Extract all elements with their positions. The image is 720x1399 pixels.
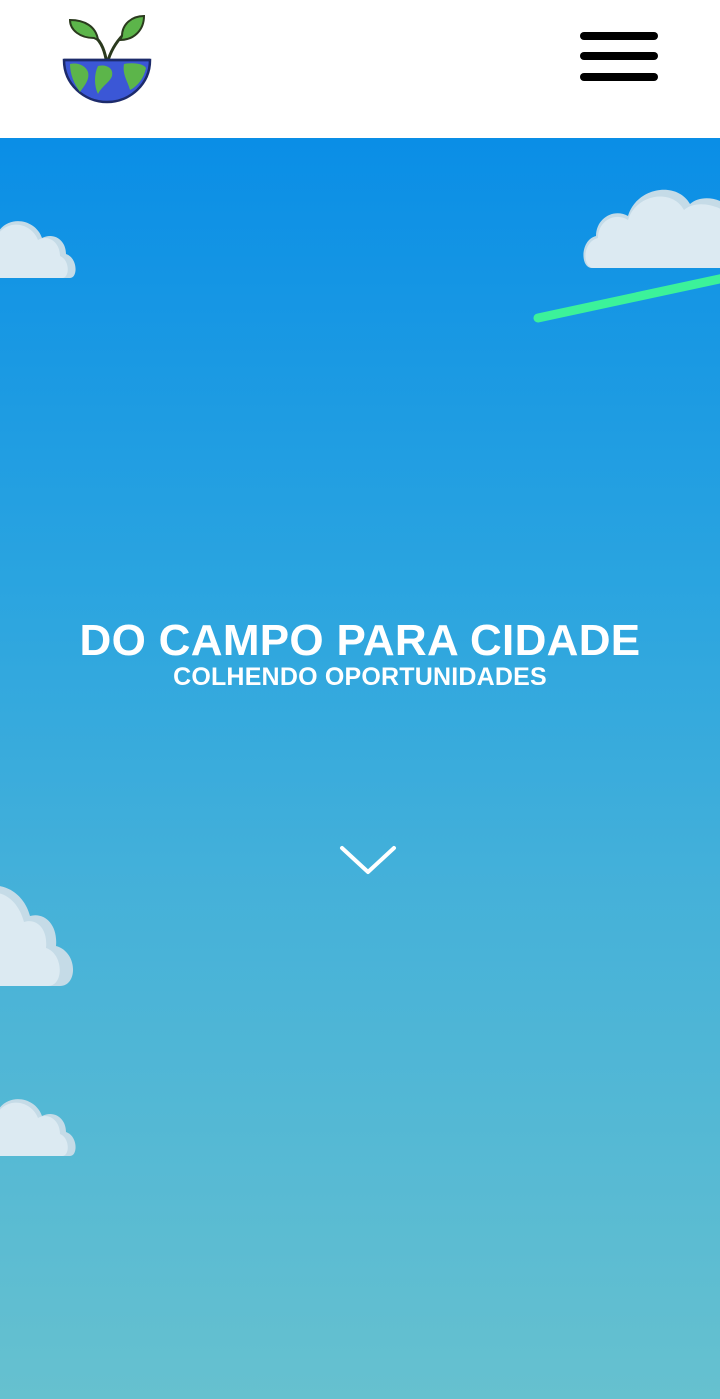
cloud-decoration	[580, 178, 720, 270]
hero-section: DO CAMPO PARA CIDADE COLHENDO OPORTUNIDA…	[0, 138, 720, 1399]
shooting-streak-decoration	[528, 268, 720, 328]
hamburger-menu-icon[interactable]	[578, 28, 662, 92]
cloud-decoration	[0, 1088, 80, 1158]
chevron-down-icon[interactable]	[336, 838, 400, 882]
plant-globe-logo-icon[interactable]	[58, 12, 156, 108]
hero-subtitle: COLHENDO OPORTUNIDADES	[173, 663, 547, 691]
hero-title: DO CAMPO PARA CIDADE	[79, 616, 641, 665]
cloud-decoration	[0, 210, 80, 282]
cloud-decoration	[0, 872, 76, 988]
site-header	[0, 0, 720, 138]
